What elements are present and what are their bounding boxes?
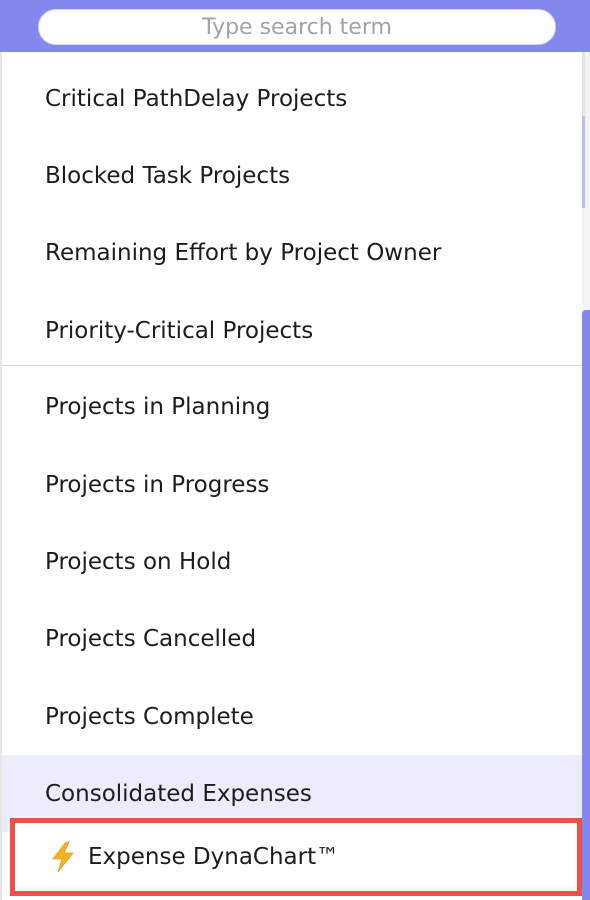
menu-list: Critical PathDelay Projects Blocked Task… xyxy=(0,52,582,900)
lightning-bolt-icon xyxy=(52,841,74,873)
menu-item-critical-pathdelay-projects[interactable]: Critical PathDelay Projects xyxy=(2,60,582,137)
menu-item-expense-dynachart[interactable]: Expense DynaChart™ xyxy=(10,818,582,896)
menu-item-projects-in-progress[interactable]: Projects in Progress xyxy=(2,446,582,523)
scrollbar-segment xyxy=(582,52,585,116)
menu-item-label: Expense DynaChart™ xyxy=(88,844,340,870)
menu-item-priority-critical-projects[interactable]: Priority-Critical Projects xyxy=(2,292,582,369)
menu-item-blocked-task-projects[interactable]: Blocked Task Projects xyxy=(2,137,582,214)
menu-item-remaining-effort-by-project-owner[interactable]: Remaining Effort by Project Owner xyxy=(2,214,582,291)
scrollbar-segment xyxy=(582,116,585,208)
menu-divider xyxy=(2,365,582,366)
report-dropdown: Critical PathDelay Projects Blocked Task… xyxy=(0,0,590,900)
menu-item-projects-in-planning[interactable]: Projects in Planning xyxy=(2,368,582,445)
search-input[interactable] xyxy=(38,9,556,45)
menu-item-projects-complete[interactable]: Projects Complete xyxy=(2,678,582,755)
scrollbar-thumb[interactable] xyxy=(582,310,590,900)
menu-item-projects-cancelled[interactable]: Projects Cancelled xyxy=(2,600,582,677)
search-header xyxy=(0,0,590,52)
menu-item-projects-on-hold[interactable]: Projects on Hold xyxy=(2,523,582,600)
